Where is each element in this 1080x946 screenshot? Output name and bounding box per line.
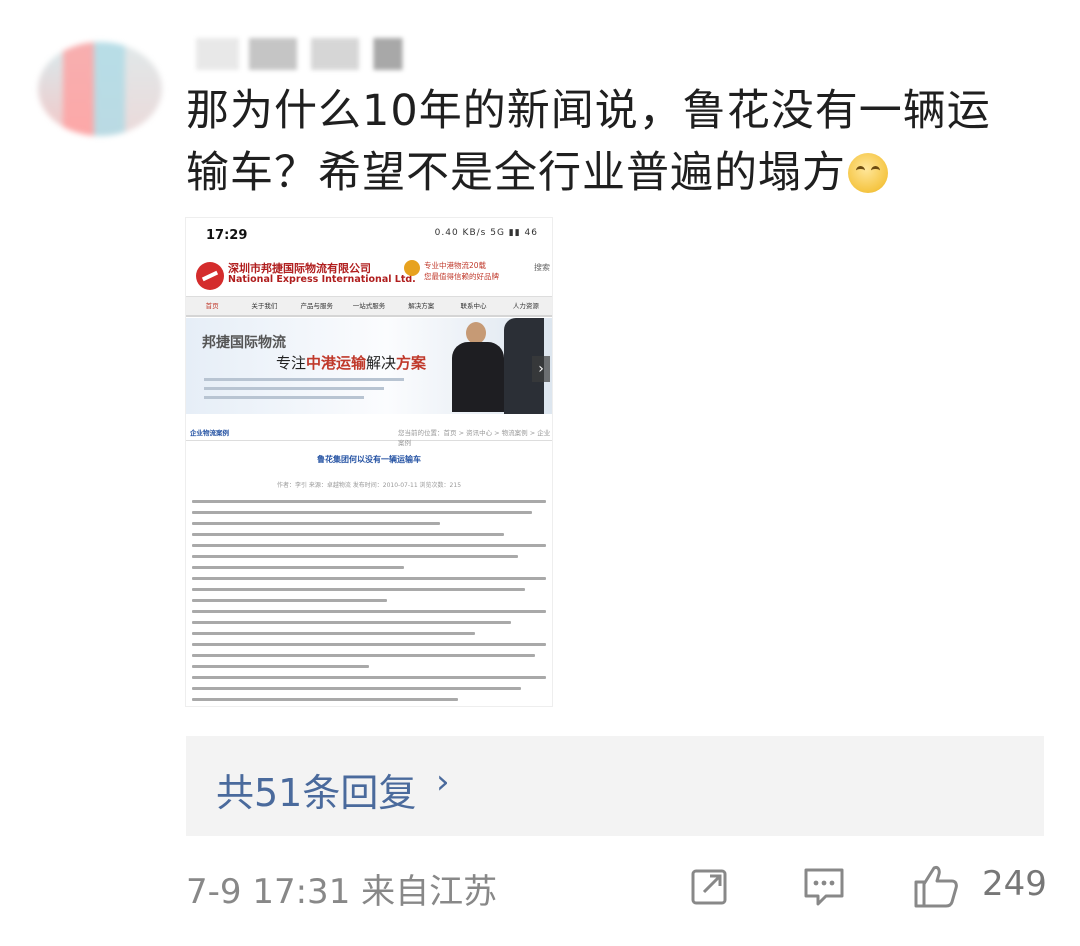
site-nav: 首页 关于我们 产品与服务 一站式服务 解决方案 联系中心 人力资源 — [186, 296, 552, 317]
chevron-right-icon: › — [436, 762, 450, 802]
slogan-line-2: 您最值得信赖的好品牌 — [424, 272, 499, 281]
banner-slogan-b: 中港运输 — [306, 354, 367, 372]
view-replies-button[interactable]: 共51条回复 › — [186, 736, 1044, 836]
comment-icon[interactable] — [802, 866, 846, 908]
site-nav-item: 产品与服务 — [300, 302, 333, 310]
article-meta: 作者：李引 来源：卓越物流 发布时间：2010-07-11 浏览次数：215 — [276, 482, 462, 489]
slogan-line-1: 专业中港物流20载 — [424, 261, 487, 270]
replies-count-label: 共51条回复 — [216, 771, 417, 815]
banner-person-image — [448, 322, 508, 412]
site-nav-item: 联系中心 — [460, 302, 487, 310]
banner-slogan-d: 方案 — [396, 354, 427, 372]
status-icons: 0.40 KB/s 5G ▮▮ 46 — [434, 228, 538, 238]
site-breadcrumb: 企业物流案例 您当前的位置：首页 > 资讯中心 > 物流案例 > 企业案例 — [186, 424, 552, 447]
site-nav-item: 关于我们 — [251, 302, 278, 310]
company-slogan: 专业中港物流20载 您最值得信赖的好品牌 — [424, 260, 499, 282]
avatar[interactable] — [38, 42, 162, 136]
share-icon[interactable] — [690, 866, 730, 906]
username-blurred[interactable] — [196, 38, 436, 70]
breadcrumb-path: 您当前的位置：首页 > 资讯中心 > 物流案例 > 企业案例 — [398, 429, 551, 447]
phone-status-bar: 17:29 0.40 KB/s 5G ▮▮ 46 — [186, 218, 552, 254]
timestamp-location: 7-9 17:31 来自江苏 — [186, 872, 498, 912]
article-title: 鲁花集团何以没有一辆运输车 — [317, 455, 421, 464]
site-nav-item: 解决方案 — [408, 302, 435, 310]
comment-body: 那为什么10年的新闻说，鲁花没有一辆运输车？希望不是全行业普遍的塌方 — [186, 80, 1026, 204]
company-name-en: National Express International Ltd. — [228, 274, 416, 285]
site-search: 搜索 — [534, 263, 550, 272]
banner-slogan: 专注中港运输解决方案 — [276, 352, 426, 373]
article-body-blurred — [192, 500, 546, 706]
status-time: 17:29 — [206, 228, 248, 243]
banner-next-arrow-icon: › — [532, 356, 550, 382]
smile-emoji-icon — [848, 153, 888, 193]
award-medal-icon — [404, 260, 420, 276]
thumbs-up-icon[interactable] — [912, 862, 960, 910]
banner-blurred-text — [204, 378, 404, 405]
banner-brand: 邦捷国际物流 — [202, 335, 286, 351]
like-count: 249 — [982, 864, 1047, 904]
banner-slogan-a: 专注 — [276, 354, 307, 372]
site-nav-item: 首页 — [205, 302, 219, 310]
site-nav-item: 人力资源 — [512, 302, 539, 310]
company-logo-icon — [196, 262, 224, 290]
banner-slogan-c: 解决 — [366, 354, 397, 372]
site-nav-item: 一站式服务 — [352, 302, 386, 310]
embedded-screenshot-image[interactable]: 17:29 0.40 KB/s 5G ▮▮ 46 深圳市邦捷国际物流有限公司 N… — [186, 218, 552, 706]
breadcrumb-section: 企业物流案例 — [190, 429, 229, 437]
site-banner: 邦捷国际物流 专注中港运输解决方案 › — [186, 318, 552, 414]
